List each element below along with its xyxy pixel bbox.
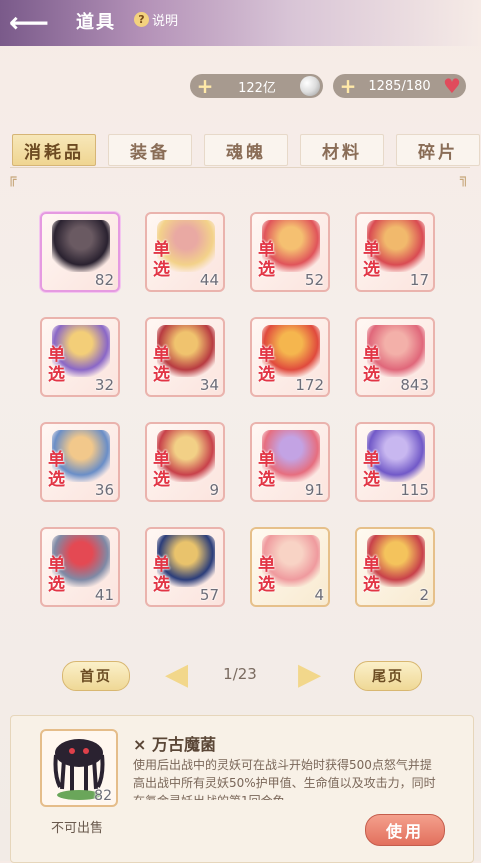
heart-icon: ♥	[443, 74, 461, 98]
inventory-item[interactable]: 单选 115	[355, 422, 435, 502]
dark-mushroom-icon	[52, 220, 110, 272]
help-button[interactable]: ? 说明	[134, 10, 178, 29]
single-select-badge: 单选	[363, 555, 380, 595]
item-count: 17	[409, 271, 429, 289]
inventory-item[interactable]: 单选 44	[145, 212, 225, 292]
top-bar: ⟵ 道具 ? 说明	[0, 0, 481, 46]
single-select-badge: 单选	[153, 240, 170, 280]
single-select-badge: 单选	[363, 450, 380, 490]
single-select-badge: 单选	[153, 555, 170, 595]
item-count: 32	[94, 376, 114, 394]
tab-consumables[interactable]: 消耗品	[12, 134, 96, 166]
inventory-item[interactable]: 单选 57	[145, 527, 225, 607]
prev-page-arrow-icon[interactable]: ◀	[165, 660, 188, 690]
item-count: 41	[94, 586, 114, 604]
not-sellable-label: 不可出售	[51, 821, 104, 836]
pearl-amount: 122亿	[238, 80, 276, 96]
inventory-item[interactable]: 单选 843	[355, 317, 435, 397]
inventory-item[interactable]: 单选 172	[250, 317, 330, 397]
next-page-arrow-icon[interactable]: ▶	[298, 660, 321, 690]
inventory-item[interactable]: 单选 32	[40, 317, 120, 397]
item-description: 使用后出战中的灵妖可在战斗开始时获得500点怒气并提高出战中所有灵妖50%护甲值…	[133, 758, 436, 800]
single-select-badge: 单选	[258, 240, 275, 280]
inventory-item[interactable]: 单选 17	[355, 212, 435, 292]
inventory-item[interactable]: 单选 91	[250, 422, 330, 502]
item-count: 44	[199, 271, 219, 289]
item-count: 82	[94, 788, 112, 804]
single-select-badge: 单选	[258, 450, 275, 490]
item-count: 52	[304, 271, 324, 289]
category-tabs: 消耗品 装备 魂魄 材料 碎片	[12, 134, 480, 166]
item-count: 172	[295, 376, 324, 394]
single-select-badge: 单选	[258, 345, 275, 385]
tab-equipment[interactable]: 装备	[108, 134, 192, 166]
inventory-item[interactable]: 单选 4	[250, 527, 330, 607]
item-count: 34	[199, 376, 219, 394]
single-select-badge: 单选	[363, 345, 380, 385]
inventory-item[interactable]: 82	[40, 212, 120, 292]
use-button[interactable]: 使用	[365, 814, 445, 846]
item-count: 115	[400, 481, 429, 499]
page-indicator: 1/23	[223, 665, 257, 683]
inventory-item[interactable]: 单选 41	[40, 527, 120, 607]
inventory-item[interactable]: 单选 2	[355, 527, 435, 607]
item-count: 91	[304, 481, 324, 499]
item-count: 57	[199, 586, 219, 604]
item-name: × 万古魔菌	[133, 735, 216, 754]
add-pearl-button[interactable]: +	[196, 76, 214, 96]
page-title: 道具	[76, 12, 116, 33]
question-icon: ?	[134, 12, 149, 27]
corner-ornament-icon: ╗	[460, 171, 469, 187]
currency-pearl: + 122亿	[190, 74, 323, 98]
inventory-item[interactable]: 单选 52	[250, 212, 330, 292]
item-count: 82	[94, 271, 114, 289]
pearl-icon	[300, 76, 320, 96]
single-select-badge: 单选	[363, 240, 380, 280]
single-select-badge: 单选	[153, 345, 170, 385]
first-page-button[interactable]: 首页	[62, 661, 130, 691]
single-select-badge: 单选	[258, 555, 275, 595]
divider	[10, 167, 470, 168]
tab-souls[interactable]: 魂魄	[204, 134, 288, 166]
stamina-amount: 1285/180	[368, 78, 431, 94]
back-arrow-icon[interactable]: ⟵	[6, 6, 52, 39]
single-select-badge: 单选	[48, 450, 65, 490]
item-count: 4	[314, 586, 324, 604]
inventory-item[interactable]: 单选 36	[40, 422, 120, 502]
inventory-item[interactable]: 单选 9	[145, 422, 225, 502]
single-select-badge: 单选	[48, 555, 65, 595]
corner-ornament-icon: ╔	[8, 171, 17, 187]
currency-stamina: + 1285/180 ♥	[333, 74, 466, 98]
item-count: 2	[419, 586, 429, 604]
single-select-badge: 单选	[153, 450, 170, 490]
tab-materials[interactable]: 材料	[300, 134, 384, 166]
item-count: 9	[209, 481, 219, 499]
single-select-badge: 单选	[48, 345, 65, 385]
last-page-button[interactable]: 尾页	[354, 661, 422, 691]
add-stamina-button[interactable]: +	[339, 76, 357, 96]
item-count: 36	[94, 481, 114, 499]
help-label: 说明	[152, 14, 179, 29]
item-count: 843	[400, 376, 429, 394]
selected-item-icon: 82	[40, 729, 118, 807]
inventory-item[interactable]: 单选 34	[145, 317, 225, 397]
item-detail-panel: 82 不可出售 × 万古魔菌 使用后出战中的灵妖可在战斗开始时获得500点怒气并…	[10, 715, 474, 863]
tab-fragments[interactable]: 碎片	[396, 134, 480, 166]
